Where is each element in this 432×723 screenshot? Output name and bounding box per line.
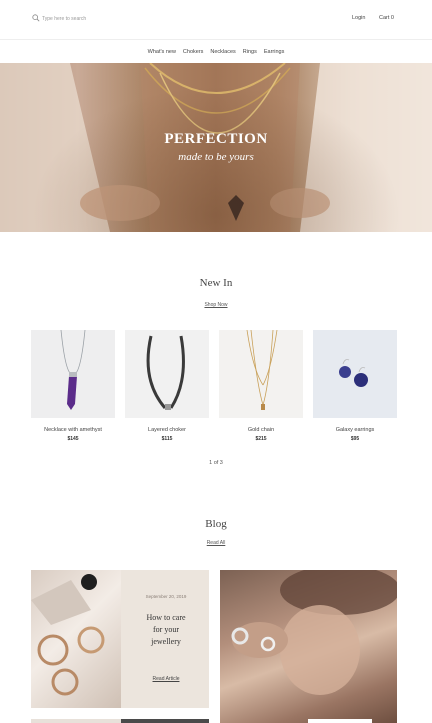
product-card-galaxy-earrings[interactable]: Galaxy earrings $95 — [313, 330, 397, 442]
shop-now-link[interactable]: Shop Now — [204, 302, 227, 308]
product-name[interactable]: Gold chain — [219, 427, 303, 433]
nav-item-whats-new[interactable]: What's new — [148, 49, 176, 55]
login-link[interactable]: Login — [352, 15, 365, 21]
card-label-strip — [308, 719, 372, 723]
choker-photo[interactable] — [125, 330, 209, 418]
hero-banner: PERFECTION made to be yours — [0, 63, 432, 232]
product-name[interactable]: Necklace with amethyst — [31, 427, 115, 433]
product-name[interactable]: Layered choker — [125, 427, 209, 433]
product-price: $115 — [161, 436, 173, 442]
product-price: $145 — [67, 436, 79, 442]
hero-subtitle: made to be yours — [178, 151, 254, 163]
hero-title: PERFECTION — [164, 131, 268, 147]
blog-heading: Blog — [205, 518, 227, 530]
rings-on-hand-photo[interactable] — [220, 570, 397, 723]
blog-post-card[interactable]: September 20, 2019 How to care for your … — [31, 570, 209, 708]
blog-post-image-card[interactable] — [220, 570, 397, 723]
shop-now-link-wrap: Shop Now — [0, 302, 432, 308]
nav-item-earrings[interactable]: Earrings — [264, 49, 284, 55]
read-article-wrap: Read Article — [141, 676, 191, 682]
product-pager: 1 of 3 — [209, 460, 223, 466]
blog-post-title[interactable]: How to care for your jewellery — [141, 612, 191, 648]
new-in-heading: New In — [199, 277, 233, 289]
product-name[interactable]: Galaxy earrings — [313, 427, 397, 433]
search-icon[interactable] — [32, 14, 40, 22]
top-bar: Login Cart 0 — [0, 0, 432, 40]
gold-chain-photo[interactable] — [219, 330, 303, 418]
product-card-gold-chain[interactable]: Gold chain $215 — [219, 330, 303, 442]
nav-item-rings[interactable]: Rings — [243, 49, 257, 55]
blog-post-photo[interactable] — [31, 570, 121, 708]
product-price: $215 — [255, 436, 267, 442]
galaxy-earrings-photo[interactable] — [313, 330, 397, 418]
amethyst-necklace-photo[interactable] — [31, 330, 115, 418]
blog-post-date: September 20, 2019 — [145, 594, 187, 599]
product-card-amethyst-necklace[interactable]: Necklace with amethyst $145 — [31, 330, 115, 442]
next-post-preview-dark — [121, 719, 209, 723]
read-all-link[interactable]: Read All — [207, 540, 226, 546]
category-nav: What's new Chokers Necklaces Rings Earri… — [0, 41, 432, 63]
product-card-layered-choker[interactable]: Layered choker $115 — [125, 330, 209, 442]
read-article-link[interactable]: Read Article — [153, 676, 180, 682]
search-input[interactable] — [42, 12, 192, 26]
nav-item-necklaces[interactable]: Necklaces — [210, 49, 235, 55]
read-all-link-wrap: Read All — [0, 540, 432, 546]
cart-link[interactable]: Cart 0 — [379, 15, 394, 21]
nav-item-chokers[interactable]: Chokers — [183, 49, 203, 55]
product-price: $95 — [350, 436, 360, 442]
